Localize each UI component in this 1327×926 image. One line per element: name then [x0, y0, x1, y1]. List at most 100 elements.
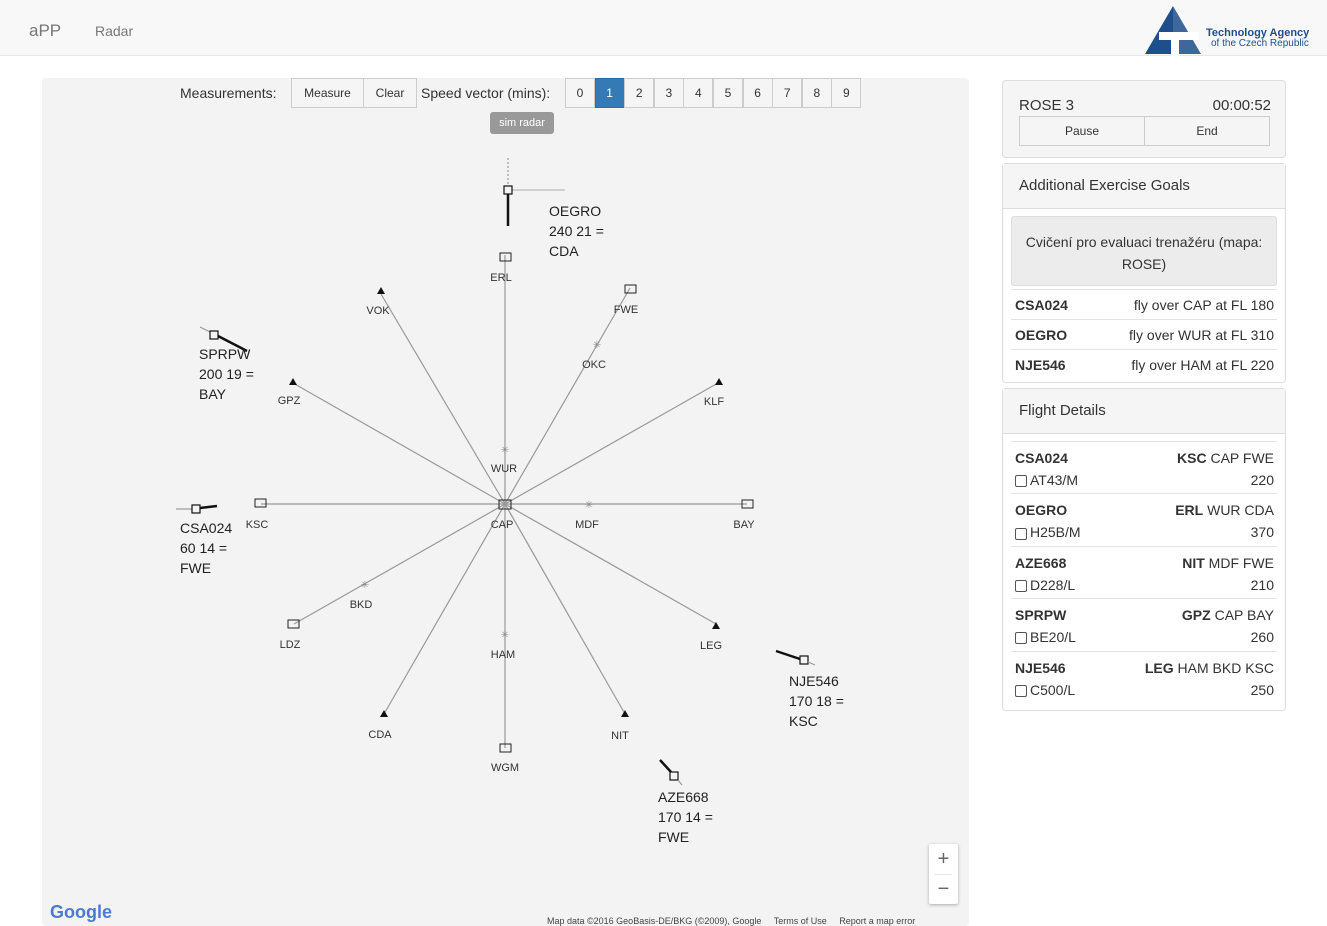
vor-icon — [624, 284, 637, 294]
fix-label: GPZ — [278, 395, 301, 407]
clear-button[interactable]: Clear — [363, 78, 417, 108]
triangle-icon — [621, 710, 629, 717]
flight-callsign: AZE668 — [1015, 554, 1067, 571]
terms-link[interactable]: Terms of Use — [774, 916, 827, 926]
speed-vector-option[interactable]: 6 — [742, 78, 773, 108]
airway-line — [504, 287, 631, 505]
speed-vector-option[interactable]: 3 — [653, 78, 684, 108]
measurements-label: Measurements: — [180, 85, 277, 101]
aircraft-label-data: 170 14 = — [658, 809, 713, 825]
flight-route-rest: CAP BAY — [1210, 607, 1274, 624]
speed-vector-option[interactable]: 4 — [683, 78, 714, 108]
airway-line — [292, 382, 506, 505]
radar-map[interactable]: ✳ ✳ ✳ ✳ ✳ ERL FWE OKC VOK GPZ KLF WUR KS… — [42, 78, 969, 926]
attribution-text: Map data ©2016 GeoBasis-DE/BKG (©2009), … — [547, 916, 762, 926]
google-logo[interactable]: Google — [50, 902, 112, 923]
flight-route: ERL WUR CDA — [1175, 502, 1274, 518]
map-attribution: Map data ©2016 GeoBasis-DE/BKG (©2009), … — [547, 916, 925, 926]
radar-scope[interactable]: ✳ ✳ ✳ ✳ ✳ ERL FWE OKC VOK GPZ KLF WUR KS… — [42, 78, 969, 926]
fix-label: HAM — [491, 649, 515, 661]
aircraft-label-dest: FWE — [658, 829, 689, 845]
aircraft-label-dest: CDA — [549, 243, 579, 259]
flight-row[interactable]: NJE546 LEG HAM BKD KSC C500/L 250 — [1011, 650, 1277, 704]
fix-label: BAY — [733, 519, 755, 531]
flight-callsign: NJE546 — [1015, 659, 1066, 676]
flight-checkbox[interactable] — [1015, 527, 1027, 540]
fix-label: WGM — [491, 762, 519, 774]
aircraft-label-dest: BAY — [199, 386, 227, 402]
fix-label: FWE — [614, 304, 638, 316]
speed-vector-option[interactable]: 2 — [624, 78, 655, 108]
nav-link-radar[interactable]: Radar — [95, 23, 133, 39]
aircraft-target-csa024[interactable] — [176, 504, 218, 514]
flight-checkbox[interactable] — [1015, 632, 1027, 645]
flight-checkbox[interactable] — [1015, 684, 1027, 697]
triangle-icon — [289, 378, 297, 385]
flight-level: 220 — [1250, 472, 1274, 488]
agency-logo-mark — [1145, 6, 1201, 56]
flight-type: BE20/L — [1015, 629, 1076, 645]
logo-text-line2: of the Czech Republic — [1211, 38, 1309, 49]
flight-row[interactable]: AZE668 NIT MDF FWE D228/L 210 — [1011, 545, 1277, 599]
goal-text: fly over WUR at FL 310 — [1129, 327, 1274, 343]
fix-label: NIT — [611, 730, 629, 742]
speed-vector-option[interactable]: 9 — [831, 78, 862, 108]
flight-route-rest: HAM BKD KSC — [1173, 659, 1274, 676]
flight-details-panel: Flight Details CSA024 KSC CAP FWE AT43/M 22… — [1002, 388, 1286, 711]
speed-vector-option[interactable]: 8 — [801, 78, 832, 108]
aircraft-label-callsign[interactable]: AZE668 — [658, 789, 709, 805]
fix-label: LEG — [700, 640, 722, 652]
fix-label: CAP — [491, 519, 514, 531]
aircraft-label-callsign[interactable]: NJE546 — [789, 673, 839, 689]
flight-row[interactable]: SPRPW GPZ CAP BAY BE20/L 260 — [1011, 598, 1277, 651]
aircraft-label-callsign[interactable]: OEGRO — [549, 203, 601, 219]
flight-route-origin: NIT — [1182, 554, 1205, 571]
app-brand[interactable]: aPP — [29, 21, 61, 41]
airway-line — [293, 503, 506, 625]
flight-level: 370 — [1250, 524, 1274, 541]
flight-type: H25B/M — [1015, 524, 1081, 540]
session-timer: 00:00:52 — [1212, 97, 1271, 114]
flight-route-origin: LEG — [1144, 659, 1174, 676]
goal-row: NJE546 fly over HAM at FL 220 — [1011, 349, 1277, 380]
flight-checkbox[interactable] — [1015, 475, 1027, 488]
speed-vector-option[interactable]: 0 — [565, 78, 595, 108]
aircraft-label-callsign[interactable]: CSA024 — [180, 520, 232, 536]
speed-vector-option[interactable]: 7 — [772, 78, 803, 108]
session-name: ROSE 3 — [1019, 97, 1075, 114]
flight-route: GPZ CAP BAY — [1182, 607, 1274, 623]
goal-text: fly over CAP at FL 180 — [1133, 297, 1274, 313]
waypoint-icon: ✳ — [593, 340, 601, 351]
zoom-in-button[interactable]: + — [929, 844, 958, 874]
flight-route-origin: KSC — [1177, 450, 1207, 466]
speed-vector-option[interactable]: 5 — [713, 78, 743, 108]
airway-line — [504, 503, 626, 715]
flight-checkbox[interactable] — [1015, 580, 1027, 593]
goal-row: CSA024 fly over CAP at FL 180 — [1011, 289, 1277, 320]
flight-row[interactable]: OEGRO ERL WUR CDA H25B/M 370 — [1011, 493, 1277, 546]
flight-row[interactable]: CSA024 KSC CAP FWE AT43/M 220 — [1011, 441, 1277, 494]
flight-aircraft-type: BE20/L — [1030, 629, 1076, 646]
flight-type: C500/L — [1015, 682, 1075, 698]
flight-level: 250 — [1250, 681, 1274, 698]
airway-line — [383, 503, 506, 715]
report-link[interactable]: Report a map error — [839, 916, 915, 926]
flight-callsign: SPRPW — [1015, 607, 1067, 624]
flight-aircraft-type: D228/L — [1030, 576, 1076, 593]
end-button[interactable]: End — [1144, 116, 1270, 146]
pause-button[interactable]: Pause — [1019, 116, 1145, 146]
aircraft-label-callsign[interactable]: SPRPW — [199, 346, 251, 362]
goal-row: OEGRO fly over WUR at FL 310 — [1011, 319, 1277, 350]
speed-vector-label: Speed vector (mins): — [421, 85, 551, 101]
speed-vector-option[interactable]: 1 — [594, 78, 625, 108]
measure-button[interactable]: Measure — [291, 78, 364, 108]
goals-title: Additional Exercise Goals — [1003, 164, 1285, 209]
fix-label: WUR — [491, 463, 517, 475]
fix-label: CDA — [368, 729, 392, 741]
flight-route-rest: CAP FWE — [1206, 450, 1274, 466]
flight-type: D228/L — [1015, 577, 1075, 593]
flight-route: LEG HAM BKD KSC — [1145, 660, 1274, 676]
zoom-out-button[interactable]: − — [929, 874, 958, 904]
aircraft-target-aze668[interactable] — [659, 759, 683, 786]
aircraft-target-nje546[interactable] — [775, 649, 816, 666]
